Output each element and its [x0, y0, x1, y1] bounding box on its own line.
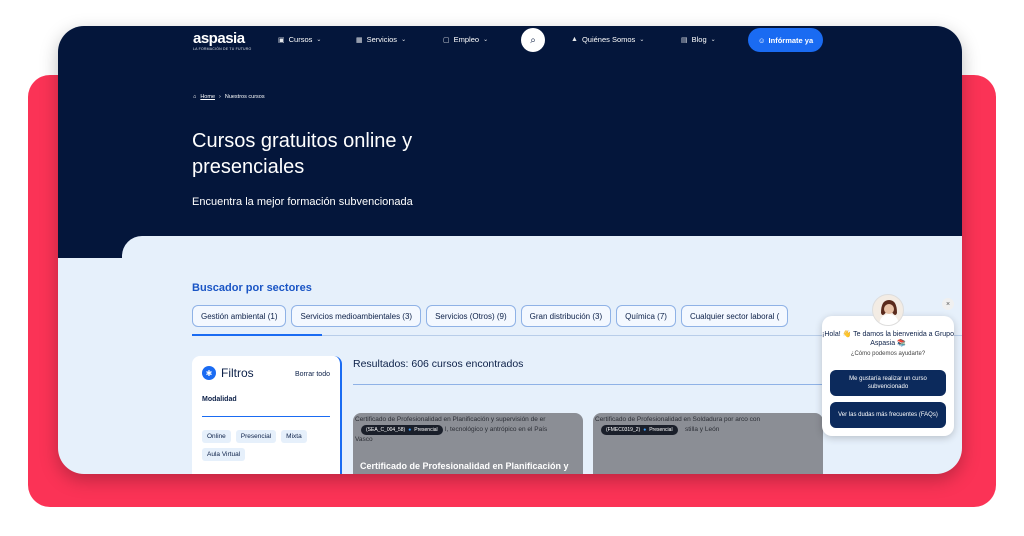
chat-greeting: ¡Hola! 👋 Te damos la bienvenida a Grupo … [822, 331, 954, 347]
modality-label: Modalidad [202, 396, 237, 403]
nav-item-cursos[interactable]: ▣ Cursos ⌄ [278, 35, 321, 44]
modality-option-mixta[interactable]: Mixta [281, 430, 307, 443]
chat-question: ¿Cómo podemos ayudarte? [850, 351, 926, 357]
page-subtitle: Encuentra la mejor formación subvenciona… [192, 196, 413, 208]
building-icon: ▲ [571, 36, 578, 43]
hero-bottom-shape [58, 236, 962, 258]
informate-ya-button[interactable]: ☺ Infórmate ya [748, 28, 823, 52]
search-icon: ⌕ [530, 34, 536, 46]
chat-close-button[interactable]: × [942, 298, 954, 310]
modality-option-online[interactable]: Online [202, 430, 231, 443]
course-badge: (FMEC0319_2) ● Presencial [601, 425, 678, 435]
breadcrumb-current: Nuestros cursos [224, 94, 265, 100]
results-divider [353, 384, 823, 385]
filters-title: Filtros [221, 366, 254, 380]
dot-icon: ● [643, 427, 647, 433]
course-card[interactable]: Certificado de Profesionalidad en Planif… [353, 413, 583, 474]
page-title: Cursos gratuitos online y presenciales [192, 130, 413, 178]
close-icon: × [945, 300, 951, 308]
logo[interactable]: aspasia LA FORMACIÓN DE TU FUTURO [193, 31, 251, 51]
sectors-heading: Buscador por sectores [192, 282, 312, 294]
filters-panel: ✱ Filtros Borrar todo Modalidad Online P… [192, 356, 342, 474]
breadcrumb: ⌂ Home › Nuestros cursos [193, 94, 265, 100]
sector-chip[interactable]: Gestión ambiental (1) [192, 305, 287, 327]
breadcrumb-separator: › [219, 94, 221, 100]
chat-popup: ¡Hola! 👋 Te damos la bienvenida a Grupo … [822, 316, 954, 436]
briefcase-icon: ▢ [443, 36, 450, 44]
chat-avatar[interactable] [872, 294, 904, 326]
nav-item-servicios[interactable]: ▦ Servicios ⌄ [356, 35, 406, 44]
chat-option-faqs[interactable]: Ver las dudas más frecuentes (FAQs) [830, 402, 946, 428]
top-nav: aspasia LA FORMACIÓN DE TU FUTURO ▣ Curs… [58, 26, 962, 56]
sector-scroll-thumb[interactable] [192, 334, 322, 336]
sector-chips: Gestión ambiental (1) Servicios medioamb… [192, 305, 789, 327]
chevron-down-icon: ⌄ [639, 37, 645, 43]
modality-options: Online Presencial Mixta Aula Virtual [202, 430, 332, 461]
nav-item-quienes-somos[interactable]: ▲ Quiénes Somos ⌄ [571, 35, 644, 44]
sector-chip[interactable]: Química (7) [616, 305, 676, 327]
results-summary: Resultados: 606 cursos encontrados [353, 358, 524, 370]
dot-icon: ● [408, 427, 412, 433]
modality-option-aula-virtual[interactable]: Aula Virtual [202, 448, 246, 461]
chevron-down-icon: ⌄ [710, 37, 716, 43]
modality-option-presencial[interactable]: Presencial [235, 430, 277, 443]
search-button[interactable]: ⌕ [521, 28, 545, 52]
modality-divider [202, 416, 330, 417]
nav-item-empleo[interactable]: ▢ Empleo ⌄ [443, 35, 488, 44]
book-icon: ▣ [278, 36, 285, 44]
sector-chip[interactable]: Cualquier sector laboral ( [680, 305, 789, 327]
home-icon: ⌂ [193, 94, 197, 100]
filter-icon: ✱ [202, 366, 216, 380]
sector-chip[interactable]: Servicios (Otros) (9) [426, 305, 516, 327]
sector-chip[interactable]: Servicios medioambientales (3) [291, 305, 422, 327]
clear-all-button[interactable]: Borrar todo [295, 371, 330, 378]
nav-item-blog[interactable]: ▤ Blog ⌄ [681, 35, 716, 44]
course-card[interactable]: Certificado de Profesionalidad en Soldad… [593, 413, 823, 474]
chevron-down-icon: ⌄ [316, 37, 322, 43]
sector-chip[interactable]: Gran distribución (3) [520, 305, 612, 327]
chat-option-subsidized-course[interactable]: Me gustaría realizar un curso subvencion… [830, 370, 946, 396]
chevron-down-icon: ⌄ [401, 37, 407, 43]
news-icon: ▤ [681, 36, 688, 44]
breadcrumb-home[interactable]: Home [200, 94, 215, 100]
course-badge: (SEA_C_004_58) ● Presencial [361, 425, 443, 435]
person-icon: ☺ [757, 35, 766, 45]
grid-icon: ▦ [356, 36, 363, 44]
course-title[interactable]: Certificado de Profesionalidad en Planif… [360, 461, 569, 471]
chevron-down-icon: ⌄ [483, 37, 489, 43]
